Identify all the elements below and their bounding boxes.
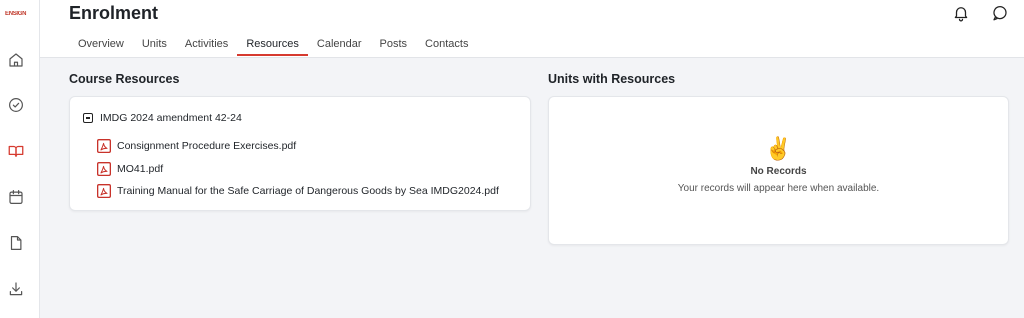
app-logo[interactable]: ENSIGN bbox=[5, 11, 27, 18]
victory-hand-icon: ✌️ bbox=[764, 136, 793, 161]
check-circle-icon[interactable] bbox=[7, 96, 25, 114]
file-name: Consignment Procedure Exercises.pdf bbox=[117, 140, 297, 153]
units-resources-title: Units with Resources bbox=[548, 72, 676, 86]
file-list: Consignment Procedure Exercises.pdf MO41… bbox=[97, 135, 499, 203]
tab-bar: Overview Units Activities Resources Cale… bbox=[69, 37, 477, 57]
collapse-icon[interactable] bbox=[83, 113, 93, 123]
page-title: Enrolment bbox=[69, 3, 159, 23]
chat-icon[interactable] bbox=[991, 4, 1009, 22]
tab-posts[interactable]: Posts bbox=[371, 37, 417, 56]
tab-activities[interactable]: Activities bbox=[176, 37, 237, 56]
download-icon[interactable] bbox=[7, 280, 25, 298]
pdf-icon bbox=[97, 139, 111, 154]
page-header: Enrolment Overview Units Activities Reso… bbox=[40, 0, 1024, 58]
units-resources-card: ✌️ No Records Your records will appear h… bbox=[548, 96, 1009, 245]
empty-subtitle: Your records will appear here when avail… bbox=[677, 183, 880, 194]
tab-overview[interactable]: Overview bbox=[69, 37, 133, 56]
tab-units[interactable]: Units bbox=[133, 37, 176, 56]
file-name: Training Manual for the Safe Carriage of… bbox=[117, 185, 499, 198]
book-open-icon[interactable] bbox=[7, 142, 25, 160]
folder-label: IMDG 2024 amendment 42-24 bbox=[100, 112, 242, 124]
calendar-icon[interactable] bbox=[7, 188, 25, 206]
course-resources-title: Course Resources bbox=[69, 72, 180, 86]
file-item[interactable]: Training Manual for the Safe Carriage of… bbox=[97, 180, 499, 203]
folder-toggle[interactable]: IMDG 2024 amendment 42-24 bbox=[83, 112, 242, 124]
file-item[interactable]: MO41.pdf bbox=[97, 158, 499, 181]
pdf-icon bbox=[97, 161, 111, 176]
sidebar: ENSIGN bbox=[0, 0, 40, 318]
file-name: MO41.pdf bbox=[117, 162, 164, 175]
pdf-icon bbox=[97, 184, 111, 199]
course-resources-card: IMDG 2024 amendment 42-24 Consignment Pr… bbox=[69, 96, 531, 211]
document-icon[interactable] bbox=[7, 234, 25, 252]
empty-title: No Records bbox=[750, 166, 807, 177]
tab-resources[interactable]: Resources bbox=[237, 37, 308, 56]
tab-contacts[interactable]: Contacts bbox=[416, 37, 477, 56]
empty-state: ✌️ No Records Your records will appear h… bbox=[549, 136, 1008, 195]
file-item[interactable]: Consignment Procedure Exercises.pdf bbox=[97, 135, 499, 158]
tab-calendar[interactable]: Calendar bbox=[308, 37, 371, 56]
bell-icon[interactable] bbox=[952, 4, 970, 22]
home-icon[interactable] bbox=[7, 51, 25, 69]
